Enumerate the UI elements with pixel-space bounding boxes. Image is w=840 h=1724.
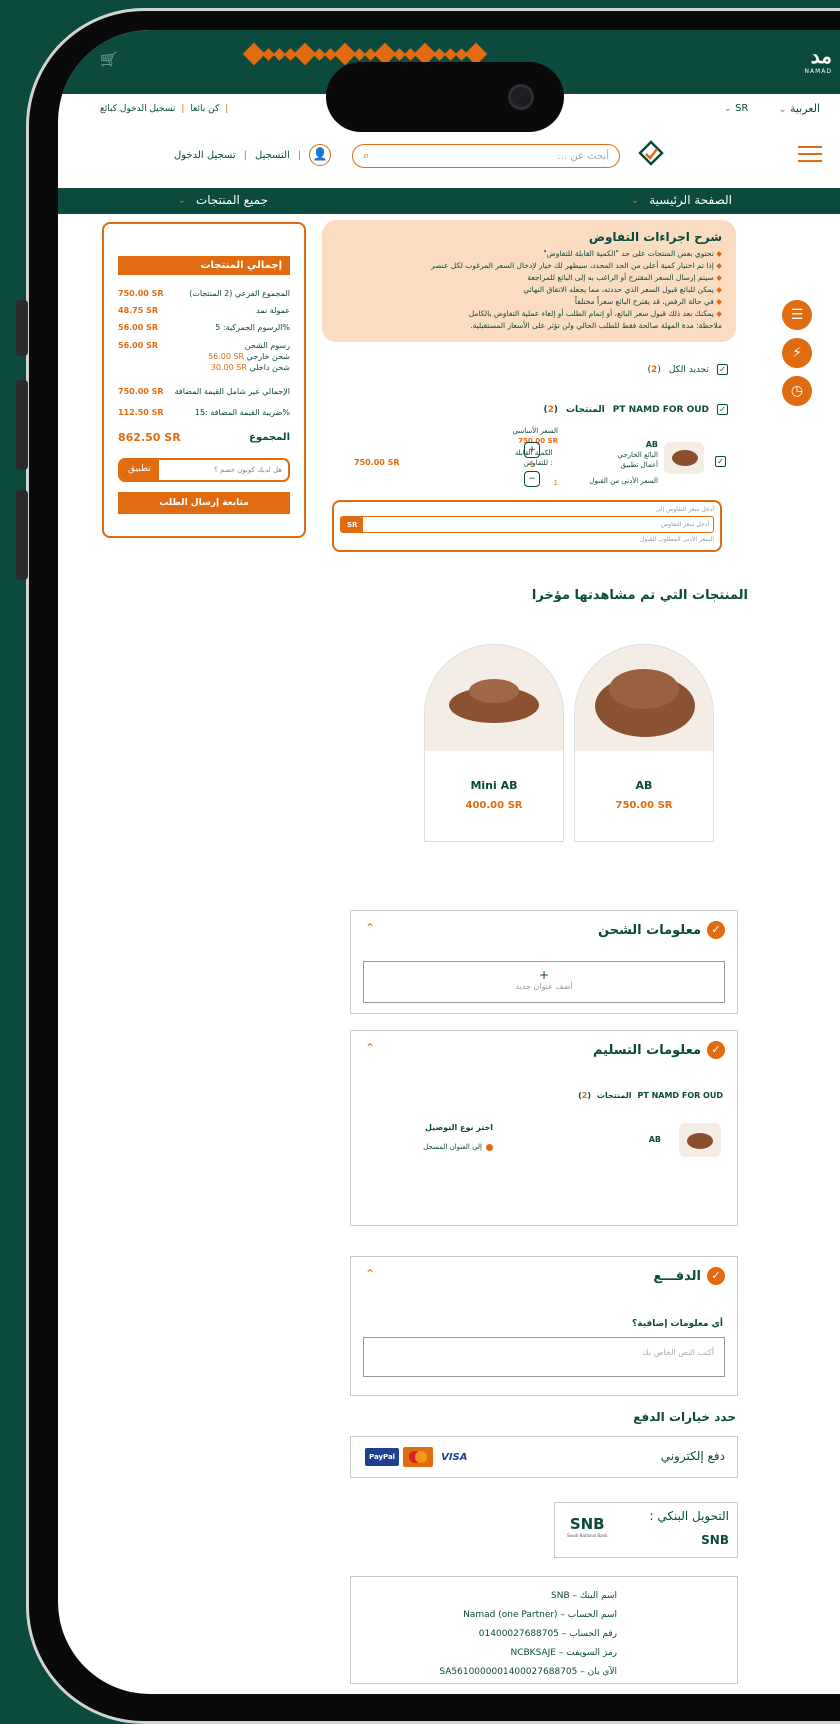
menu-fab[interactable]: ☰ (782, 300, 812, 330)
nav-home[interactable]: الصفحة الرئيسية (649, 193, 732, 207)
collapse-icon[interactable]: ⌃ (365, 1267, 375, 1281)
nav-all-products[interactable]: جميع المنتجات (196, 193, 268, 207)
language-select[interactable]: ⌄ العربية (778, 102, 820, 115)
search-input[interactable]: أبحث عن ... ⌕ (352, 144, 620, 168)
main-header: أبحث عن ... ⌕ تسجيل الدخول | التسجيل | 👤 (58, 128, 840, 188)
negotiation-info: شرح اجراءات التفاوض ◆ تحتوي بعض المنتجات… (322, 220, 736, 342)
summary-row: 56.00 SR الرسوم الجمركية: 5% (118, 323, 290, 332)
cart-item-row: ✓ AB البائع الخارجي أعمال تطبيق السعر ال… (328, 426, 738, 487)
negotiation-line: ◆ في حالة الرفض، قد يقترح البائع سعراً م… (574, 297, 722, 306)
negotiation-line: ◆ إذا تم اختيار كمية أعلى من الحد المحدد… (431, 261, 722, 270)
app-screen: 🛒 مد NAMAD ⌄ SR ⌄ العربية تسجيل الدخول كب… (58, 30, 840, 1694)
summary-title: إجمالي المنتجات (118, 256, 290, 275)
decorative-pattern (242, 42, 488, 66)
negotiation-line: ◆ يمكن للبائع قبول السعر الذي حددته، مما… (523, 285, 722, 294)
negotiation-box: أدخل سعر التفاوض إلى SR أدخل سعر التفاوض… (332, 500, 722, 552)
search-icon[interactable]: ⌕ (363, 149, 369, 163)
add-address-button[interactable]: + أضف عنوان جديد (363, 961, 725, 1003)
recent-title: المنتجات التي تم مشاهدتها مؤخرا (531, 588, 748, 603)
phone-side-button (16, 490, 28, 580)
summary-total-ex: 750.00 SR الإجمالي غير شامل القيمة المضاف… (118, 387, 290, 396)
login-link[interactable]: تسجيل الدخول (174, 150, 236, 161)
delivery-section: ✓ معلومات التسليم ⌃ PT NAMD FOR OUD المن… (350, 1030, 738, 1226)
recent-product-card[interactable]: AB 750.00 SR (574, 644, 714, 842)
negotiation-price-input[interactable]: SR أدخل سعر التفاوض (340, 516, 714, 533)
snb-logo: SNB Saudi National Bank (567, 1515, 608, 1538)
become-seller-link[interactable]: كن بائعا (190, 104, 219, 114)
brand-logo[interactable]: مد NAMAD (805, 44, 833, 75)
extra-info-textarea[interactable]: أكتب النص الخاص بك (363, 1337, 725, 1377)
negotiation-line: ◆ سيتم إرسال السعر المقترح أو الراغب به … (527, 273, 722, 282)
collapse-icon[interactable]: ⌃ (365, 1041, 375, 1055)
visa-icon: VISA (441, 1451, 468, 1463)
electronic-payment-option[interactable]: دفع إلكتروني PayPal VISA (350, 1436, 738, 1478)
main-nav: ⌄ الصفحة الرئيسية ⌄ جميع المنتجات (58, 188, 840, 214)
check-icon: ✓ (707, 1041, 725, 1059)
delivery-method-radio[interactable]: إلى العنوان المسجل (423, 1143, 493, 1151)
submit-order-button[interactable]: متابعة إرسال الطلب (118, 492, 290, 514)
collapse-icon[interactable]: ⌃ (365, 921, 375, 935)
qty-increase-button[interactable]: + (524, 442, 540, 458)
clock-icon[interactable]: ◷ (782, 376, 812, 406)
paypal-icon: PayPal (365, 1448, 400, 1466)
phone-side-button (16, 300, 28, 356)
select-all[interactable]: ✓ تحديد الكل (2) (648, 364, 728, 375)
payment-options-title: حدد خيارات الدفع (633, 1410, 736, 1424)
phone-side-button (16, 380, 28, 470)
delivery-store-label: PT NAMD FOR OUD المنتجات (2) (578, 1091, 723, 1100)
store-row[interactable]: ✓ PT NAMD FOR OUD المنتجات (2) (544, 404, 728, 415)
user-icon[interactable]: 👤 (309, 144, 332, 166)
menu-icon[interactable] (798, 146, 822, 162)
summary-row: 750.00 SR المجموع الفرعي (2 المنتجات) (118, 289, 290, 298)
item-image[interactable] (664, 442, 704, 474)
shipping-fees: 56.00 SR رسوم الشحن 56.00 SR شحن خارجي 3… (118, 341, 290, 372)
cart-icon[interactable]: 🛒 (100, 52, 117, 68)
mastercard-icon (403, 1447, 434, 1467)
product-image (575, 645, 713, 751)
negotiation-line: ◆ تحتوي بعض المنتجات على حد "الكمية القا… (543, 249, 722, 258)
flash-icon[interactable]: ⚡ (782, 338, 812, 368)
check-icon: ✓ (707, 921, 725, 939)
qty-decrease-button[interactable]: − (524, 471, 540, 487)
summary-row: 48.75 SR عمولة نمد (118, 306, 290, 315)
recent-product-card[interactable]: Mini AB 400.00 SR (424, 644, 564, 842)
payment-section: ✓ الدفـــع ⌃ أي معلومات إضافية؟ أكتب الن… (350, 1256, 738, 1396)
product-image (425, 645, 563, 751)
negotiation-title: شرح اجراءات التفاوض (588, 230, 722, 244)
coupon-field[interactable]: تطبيق هل لديك كوبون خصم ؟ (118, 458, 290, 482)
seller-login-link[interactable]: تسجيل الدخول كبائع (100, 104, 175, 114)
negotiation-line: ◆ يمكنك بعد ذلك قبول سعر البائع، أو إتما… (468, 309, 722, 318)
summary-grand-total: 862.50 SR المجموع (118, 431, 290, 444)
currency-select[interactable]: ⌄ SR (723, 103, 748, 114)
check-icon: ✓ (707, 1267, 725, 1285)
bank-transfer-option[interactable]: التحويل البنكي : SNB SNB Saudi National … (554, 1502, 738, 1558)
delivery-item-image (679, 1123, 721, 1157)
order-summary: إجمالي المنتجات 750.00 SR المجموع الفرعي … (102, 222, 306, 538)
negotiation-note: ملاحظة: مدة المهلة صالحة فقط للطلب الحال… (470, 321, 722, 330)
shipping-section: ✓ معلومات الشحن ⌃ + أضف عنوان جديد (350, 910, 738, 1014)
camera-notch (326, 62, 564, 132)
apply-coupon-button[interactable]: تطبيق (120, 460, 159, 480)
bank-details: اسم البنك – SNB اسم الحساب – Namad (one … (350, 1576, 738, 1684)
register-link[interactable]: التسجيل (255, 150, 290, 161)
summary-vat: 112.50 SR ضريبة القيمة المضافة :15% (118, 408, 290, 417)
location-logo-icon[interactable] (638, 140, 664, 166)
item-checkbox[interactable]: ✓ (715, 456, 726, 467)
